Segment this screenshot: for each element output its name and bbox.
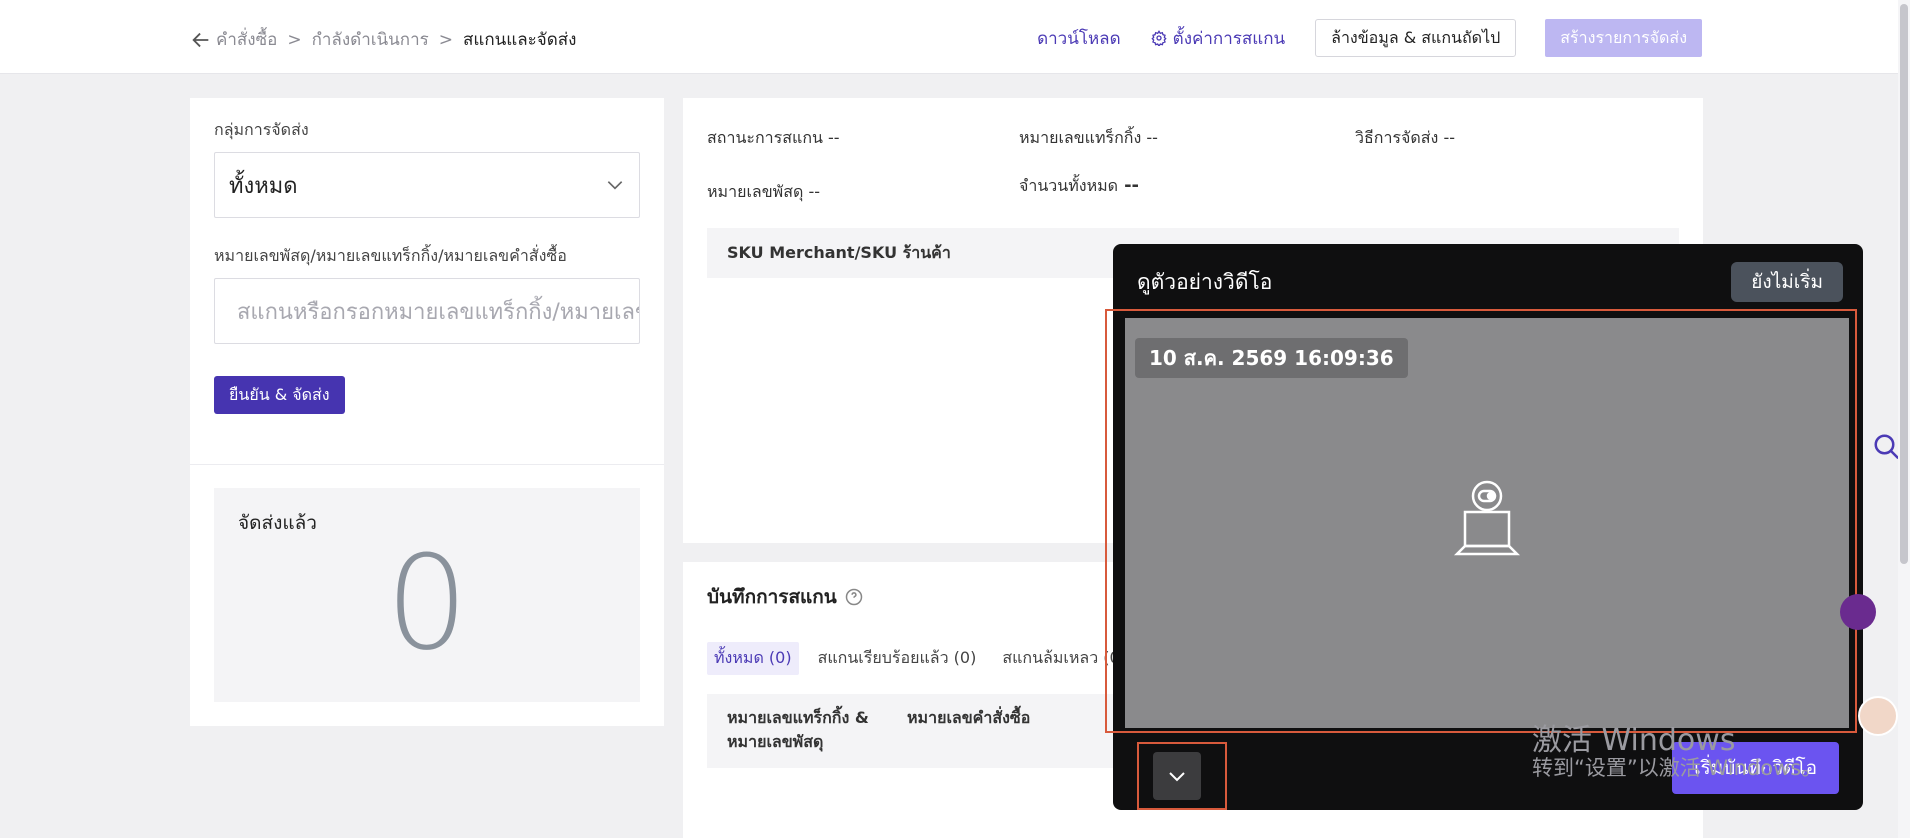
shipped-count: 0 [385, 527, 469, 679]
scan-settings-label: ตั้งค่าการสแกน [1172, 28, 1286, 49]
chevron-down-icon [607, 181, 623, 190]
breadcrumb-orders[interactable]: คำสั่งซื้อ [216, 26, 277, 53]
video-highlight-frame [1105, 309, 1857, 733]
download-link[interactable]: ดาวน์โหลด [1037, 25, 1121, 52]
avatar[interactable] [1858, 696, 1898, 736]
total-quantity-value: -- [1124, 175, 1140, 196]
total-quantity-label: จำนวนทั้งหมด [1019, 176, 1119, 195]
lookup-input[interactable]: สแกนหรือกรอกหมายเลขแทร็กกิ้ง/หมายเลขพัสด… [214, 278, 640, 344]
scan-log-title-text: บันทึกการสแกน [707, 586, 837, 608]
scan-log-title: บันทึกการสแกน [707, 582, 863, 612]
tracking-number: หมายเลขแทร็กกิ้ง -- [1019, 128, 1158, 147]
shipping-group-label: กลุ่มการจัดส่ง [214, 120, 309, 139]
sku-column-header: SKU Merchant/SKU ร้านค้า [727, 242, 951, 262]
windows-activation-watermark: 激活 Windows 转到“设置”以激活 Windows。 [1532, 724, 1822, 780]
breadcrumb-in-progress[interactable]: กำลังดำเนินการ [312, 26, 429, 53]
lookup-label: หมายเลขพัสดุ/หมายเลขแทร็กกิ้ง/หมายเลขคำส… [214, 246, 567, 265]
shipped-card: จัดส่งแล้ว 0 [214, 488, 640, 702]
confirm-and-ship-button[interactable]: ยืนยัน & จัดส่ง [214, 376, 345, 414]
column-tracking-parcel: หมายเลขแทร็กกิ้ง & หมายเลขพัสดุ [727, 708, 869, 751]
divider [190, 464, 664, 465]
column-order-number: หมายเลขคำสั่งซื้อ [907, 708, 1031, 727]
scrollbar[interactable] [1898, 0, 1910, 838]
arrow-left-icon[interactable] [190, 29, 212, 51]
clear-and-scan-next-button[interactable]: ล้างข้อมูล & สแกนถัดไป [1315, 19, 1517, 57]
chat-bubble-icon[interactable] [1840, 594, 1876, 630]
help-icon[interactable] [845, 588, 863, 606]
shipping-group-select[interactable]: ทั้งหมด [214, 152, 640, 218]
breadcrumb-separator: > [438, 29, 454, 50]
shipping-method: วิธีการจัดส่ง -- [1355, 128, 1455, 147]
scan-log-tabs: ทั้งหมด (0) สแกนเรียบร้อยแล้ว (0) สแกนล้… [707, 642, 1133, 675]
shipping-group-value: ทั้งหมด [229, 173, 298, 199]
recording-status-badge: ยังไม่เริ่ม [1731, 262, 1843, 302]
parcel-number: หมายเลขพัสดุ -- [707, 182, 820, 201]
lookup-placeholder: สแกนหรือกรอกหมายเลขแทร็กกิ้ง/หมายเลขพัสด… [237, 299, 639, 325]
tab-scanned[interactable]: สแกนเรียบร้อยแล้ว (0) [811, 642, 984, 675]
collapse-highlight-frame [1137, 742, 1227, 810]
watermark-line2: 转到“设置”以激活 Windows。 [1532, 756, 1823, 780]
watermark-line1: 激活 Windows [1532, 723, 1736, 758]
scan-settings-link[interactable]: ตั้งค่าการสแกน [1151, 25, 1285, 52]
scan-input-panel: กลุ่มการจัดส่ง ทั้งหมด หมายเลขพัสดุ/หมาย… [190, 98, 664, 726]
total-quantity: จำนวนทั้งหมด -- [1019, 174, 1139, 199]
shipped-title: จัดส่งแล้ว [238, 512, 317, 534]
video-preview-title: ดูตัวอย่างวิดีโอ [1137, 270, 1273, 294]
top-bar: คำสั่งซื้อ > กำลังดำเนินการ > สแกนและจัด… [0, 0, 1910, 74]
create-shipment-list-button[interactable]: สร้างรายการจัดส่ง [1545, 19, 1702, 57]
tab-all[interactable]: ทั้งหมด (0) [707, 642, 799, 675]
header-actions: ดาวน์โหลด ตั้งค่าการสแกน ล้างข้อมูล & สแ… [1037, 19, 1702, 57]
breadcrumb-current: สแกนและจัดส่ง [463, 30, 577, 50]
breadcrumb: คำสั่งซื้อ > กำลังดำเนินการ > สแกนและจัด… [190, 26, 576, 53]
gear-icon [1151, 30, 1167, 46]
scan-status: สถานะการสแกน -- [707, 128, 840, 147]
breadcrumb-separator: > [287, 29, 302, 50]
scrollbar-thumb[interactable] [1900, 4, 1908, 564]
